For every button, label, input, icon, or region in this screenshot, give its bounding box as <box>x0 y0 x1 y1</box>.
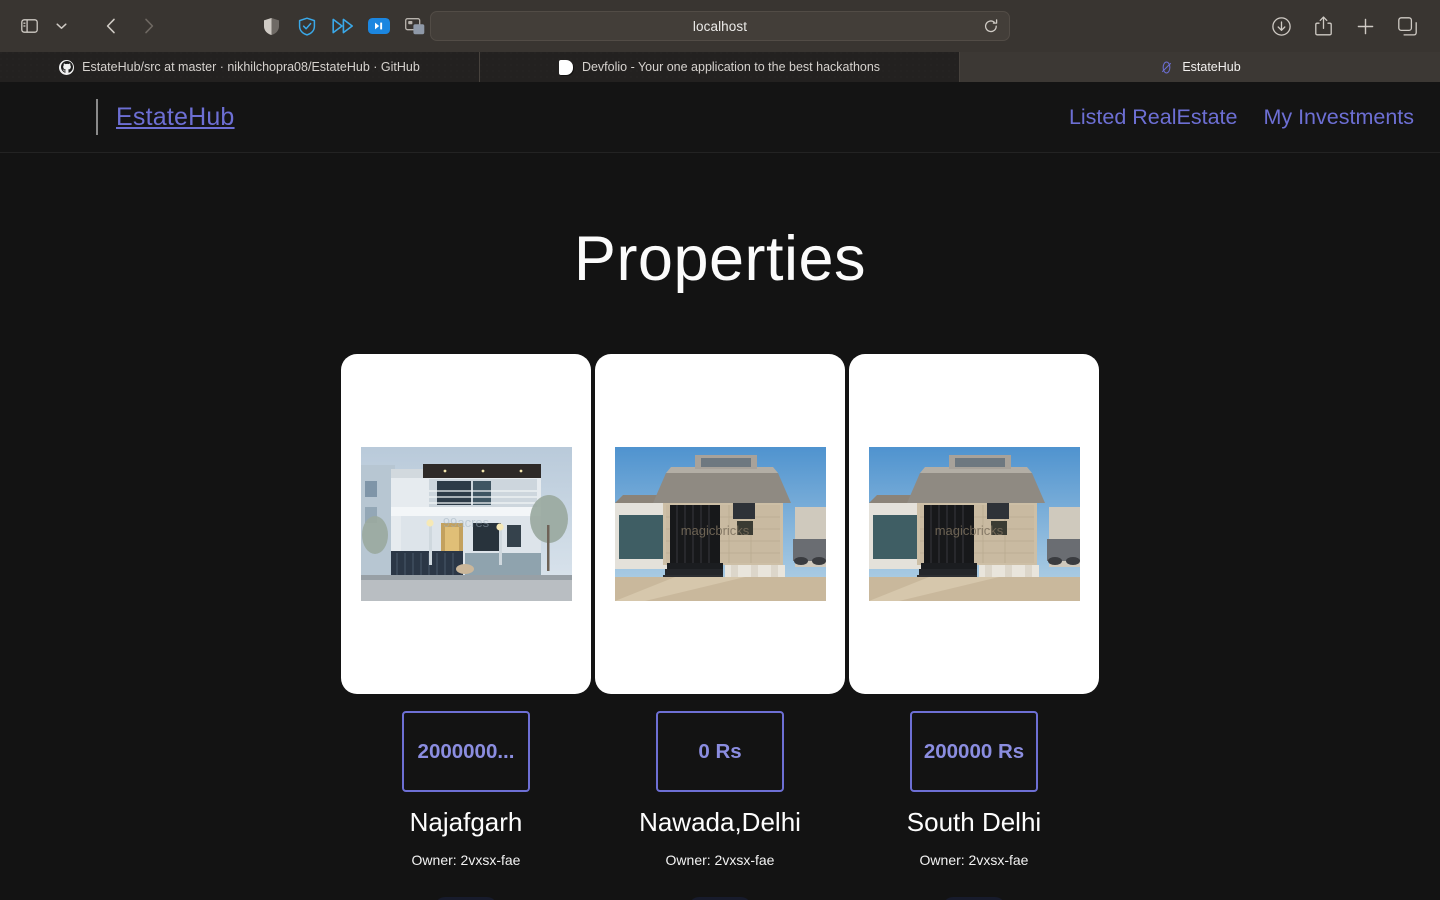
page-title: Properties <box>573 224 867 294</box>
video-speed-icon[interactable] <box>364 12 394 40</box>
property-owner: Owner: 2vxsx-fae <box>919 852 1029 868</box>
adguard-shield-icon[interactable] <box>292 12 322 40</box>
address-bar[interactable]: localhost <box>430 11 1010 41</box>
chevron-down-icon[interactable] <box>46 12 76 40</box>
browser-tab-devfolio[interactable]: Devfolio - Your one application to the b… <box>480 52 960 82</box>
brand-logo-estatehub[interactable]: EstateHub <box>116 103 235 132</box>
navigation-buttons <box>96 12 164 40</box>
svg-text:magicbricks: magicbricks <box>680 523 749 538</box>
property-price-text: 2000000... <box>417 739 515 763</box>
browser-chrome: localhost EstateHub/src at master · nikh… <box>0 0 1440 82</box>
property-price-button[interactable]: 200000 Rs <box>910 711 1038 792</box>
property-card-item: magicbricks 200000 Rs South Delhi Owner:… <box>849 354 1099 900</box>
estatehub-icon <box>1159 60 1174 75</box>
tab-bar: EstateHub/src at master · nikhilchopra08… <box>0 52 1440 82</box>
property-cards-row: 99acres 2000000... Najafgarh Owner: 2vxs… <box>0 354 1440 900</box>
property-card[interactable]: magicbricks <box>849 354 1099 694</box>
new-tab-icon[interactable] <box>1350 12 1380 40</box>
back-button[interactable] <box>96 12 126 40</box>
property-card-item: magicbricks 0 Rs Nawada,Delhi Owner: 2vx… <box>595 354 845 900</box>
download-icon[interactable] <box>1266 12 1296 40</box>
reload-icon[interactable] <box>981 16 1001 36</box>
property-price-text: 200000 Rs <box>923 739 1025 763</box>
tab-title: EstateHub/src at master · nikhilchopra08… <box>82 60 420 74</box>
address-bar-url: localhost <box>692 18 748 34</box>
property-name: South Delhi <box>906 807 1042 837</box>
property-photo-south-delhi: magicbricks <box>868 447 1080 601</box>
brand-divider <box>96 99 98 135</box>
extension-icons <box>256 12 430 40</box>
property-name: Najafgarh <box>409 807 523 837</box>
share-icon[interactable] <box>1308 12 1338 40</box>
property-price-text: 0 Rs <box>698 739 742 763</box>
property-card[interactable]: 99acres <box>341 354 591 694</box>
toolbar-left-group <box>14 12 164 40</box>
tab-title: EstateHub <box>1182 60 1241 74</box>
tab-overview-icon[interactable] <box>1392 12 1422 40</box>
property-price-button[interactable]: 0 Rs <box>656 711 784 792</box>
page-content: EstateHub Listed RealEstate My Investmen… <box>0 82 1440 900</box>
toolbar-right-group <box>1266 12 1426 40</box>
tab-title: Devfolio - Your one application to the b… <box>581 60 881 74</box>
property-photo-najafgarh: 99acres <box>360 447 572 601</box>
property-photo-nawada: magicbricks <box>614 447 826 601</box>
property-price-button[interactable]: 2000000... <box>402 711 530 792</box>
browser-tab-github[interactable]: EstateHub/src at master · nikhilchopra08… <box>0 52 480 82</box>
nav-link-my-investments[interactable]: My Investments <box>1263 105 1414 130</box>
brand-block: EstateHub <box>96 99 235 135</box>
sidebar-icon[interactable] <box>14 12 44 40</box>
privacy-shield-icon[interactable] <box>256 12 286 40</box>
site-navigation: Listed RealEstate My Investments <box>1069 105 1414 130</box>
property-name: Nawada,Delhi <box>639 807 801 837</box>
picture-in-picture-icon[interactable] <box>400 12 430 40</box>
property-owner: Owner: 2vxsx-fae <box>665 852 775 868</box>
forward-button <box>134 12 164 40</box>
svg-text:99acres: 99acres <box>442 515 489 530</box>
nav-link-listed-realestate[interactable]: Listed RealEstate <box>1069 105 1238 130</box>
property-card-item: 99acres 2000000... Najafgarh Owner: 2vxs… <box>341 354 591 900</box>
property-card[interactable]: magicbricks <box>595 354 845 694</box>
svg-text:magicbricks: magicbricks <box>934 523 1003 538</box>
site-header: EstateHub Listed RealEstate My Investmen… <box>0 82 1440 153</box>
browser-tab-estatehub[interactable]: EstateHub <box>960 52 1440 82</box>
property-owner: Owner: 2vxsx-fae <box>411 852 521 868</box>
browser-toolbar: localhost <box>0 0 1440 52</box>
devfolio-icon <box>559 59 574 75</box>
github-icon <box>59 59 75 75</box>
fast-forward-icon[interactable] <box>328 12 358 40</box>
